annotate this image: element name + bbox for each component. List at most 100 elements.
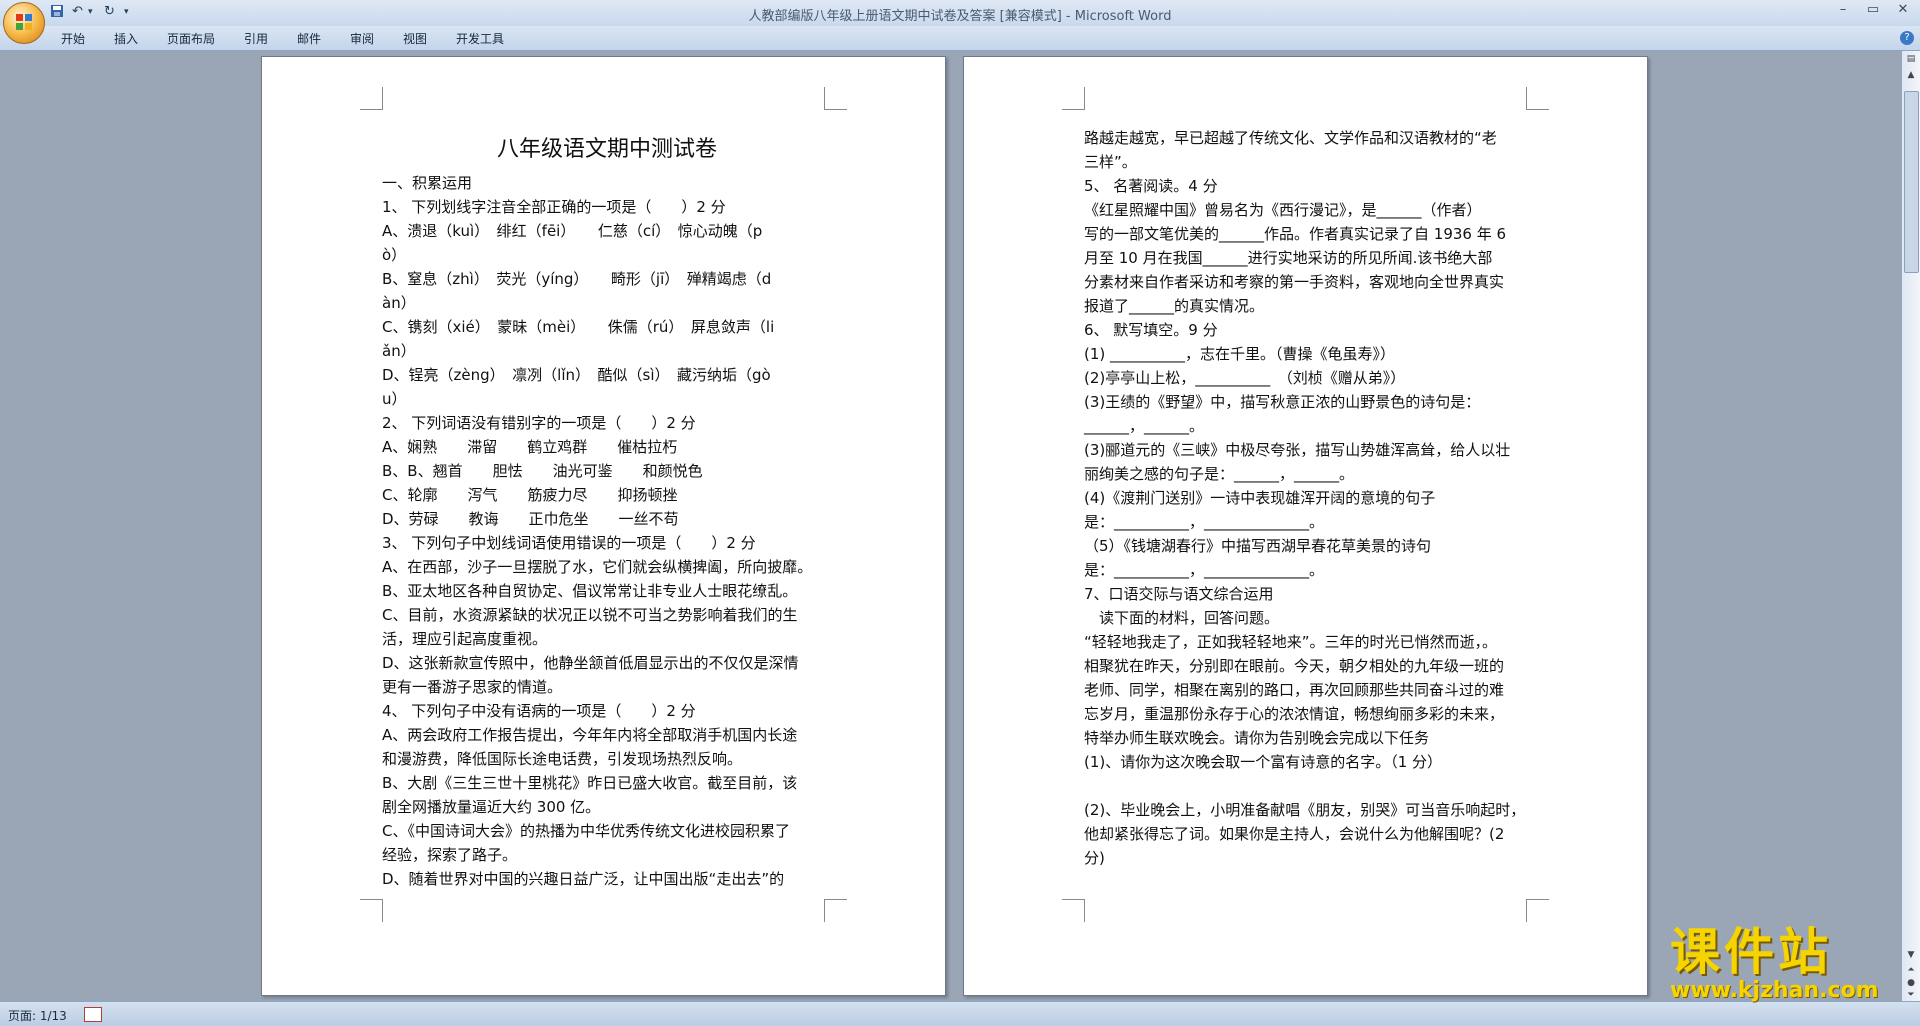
page-2-text-line: 忘岁月，重温那份永存于心的浓浓情谊，畅想绚丽多彩的未来，: [1084, 705, 1505, 723]
tab-home[interactable]: 开始: [61, 30, 85, 47]
crop-mark: [360, 899, 383, 922]
page-2-text-line: “轻轻地我走了，正如我轻轻地来”。三年的时光已悄然而逝，。: [1084, 633, 1498, 651]
page-2-text-line: ______，______。: [1084, 417, 1205, 435]
tab-references[interactable]: 引用: [244, 30, 268, 47]
minimize-button[interactable]: –: [1830, 2, 1856, 20]
page-2-text-line: (3)郦道元的《三峡》中极尽夸张，描写山势雄浑高耸，给人以壮: [1084, 441, 1511, 459]
page-1-text-line: A、溃退（kuì） 绯红（fēi） 仁慈（cí） 惊心动魄（p: [382, 222, 763, 240]
page-1-text-line: D、随着世界对中国的兴趣日益广泛，让中国出版“走出去”的: [382, 870, 785, 888]
page-1-text-line: B、亚太地区各种自贸协定、倡议常常让非专业人士眼花缭乱。: [382, 582, 798, 600]
page-2-text-line: 丽绚美之感的句子是：______，______。: [1084, 465, 1355, 483]
tab-page-layout[interactable]: 页面布局: [167, 30, 215, 47]
page-1-text-line: D、锃亮（zèng） 凛冽（lǐn） 酷似（sì） 藏污纳垢（gò: [382, 366, 771, 384]
page-2-text-line: 《红星照耀中国》曾易名为《西行漫记》，是______（作者）: [1084, 201, 1482, 219]
close-button[interactable]: ✕: [1890, 2, 1916, 20]
page-2-text-line: (2)亭亭山上松，__________ （刘桢《赠从弟》）: [1084, 369, 1406, 387]
page-1-text-line: A、娴熟 滞留 鹤立鸡群 催枯拉朽: [382, 438, 678, 456]
ruler-toggle-icon[interactable]: ▤: [1905, 53, 1917, 65]
page-2-text-line: 6、 默写填空。9 分: [1084, 321, 1218, 339]
page-2-text-line: 分素材来自作者采访和考察的第一手资料，客观地向全世界真实: [1084, 273, 1505, 291]
page-1-text-line: 一、积累运用: [382, 174, 473, 192]
next-page-icon[interactable]: ⏷: [1905, 989, 1917, 1001]
crop-mark: [360, 87, 383, 110]
scroll-thumb[interactable]: [1904, 91, 1919, 273]
document-title: 八年级语文期中测试卷: [496, 137, 717, 162]
crop-mark: [1526, 899, 1549, 922]
scroll-down-icon[interactable]: ▼: [1905, 949, 1917, 961]
document-page-2[interactable]: 路越走越宽，早已超越了传统文化、文学作品和汉语教材的“老 三样”。 5、 名著阅读。…: [963, 56, 1648, 996]
page-1-text-line: D、劳碌 教诲 正巾危坐 一丝不苟: [382, 510, 679, 528]
crop-mark: [1062, 87, 1085, 110]
tab-mailings[interactable]: 邮件: [297, 30, 321, 47]
page-1-text-line: ǎn）: [382, 342, 416, 360]
vertical-scrollbar[interactable]: ▤ ▲ ▼ ⏶ ● ⏷: [1902, 51, 1920, 1001]
tab-developer[interactable]: 开发工具: [456, 30, 504, 47]
page-2-text-line: (2)、毕业晚会上，小明准备献唱《朋友，别哭》可当音乐响起时，: [1084, 801, 1526, 819]
page-1-text-line: 1、 下列划线字注音全部正确的一项是（ ）2 分: [382, 198, 726, 216]
page-2-text-line: 7、口语交际与语文综合运用: [1084, 585, 1274, 603]
page-count[interactable]: 页面: 1/13: [8, 1007, 67, 1024]
restore-button[interactable]: ▭: [1860, 2, 1886, 20]
crop-mark: [824, 87, 847, 110]
crop-mark: [1526, 87, 1549, 110]
document-page-1[interactable]: 八年级语文期中测试卷 一、积累运用 1、 下列划线字注音全部正确的一项是（ ）2 …: [261, 56, 946, 996]
page-2-text-line: 月至 10 月在我国______进行实地采访的所见所闻.该书绝大部: [1084, 249, 1493, 267]
page-1-text-line: u）: [382, 390, 407, 408]
page-1-text-line: A、两会政府工作报告提出，今年年内将全部取消手机国内长途: [382, 726, 798, 744]
page-2-text-line: 是：__________，______________。: [1084, 513, 1325, 531]
page-2-text-line: 老师、同学，相聚在离别的路口，再次回顾那些共同奋斗过的难: [1084, 681, 1505, 699]
page-1-text-line: B、大剧《三生三世十里桃花》昨日已盛大收官。截至目前，该: [382, 774, 798, 792]
scroll-up-icon[interactable]: ▲: [1905, 69, 1917, 81]
page-2-text-line: 5、 名著阅读。4 分: [1084, 177, 1218, 195]
tab-review[interactable]: 审阅: [350, 30, 374, 47]
page-2-text-line: 路越走越宽，早已超越了传统文化、文学作品和汉语教材的“老: [1084, 129, 1497, 147]
page-1-text-line: C、镌刻（xié） 蒙昧（mèi） 侏儒（rú） 屏息敛声（li: [382, 318, 775, 336]
office-logo-icon: [16, 14, 32, 30]
page-1-text: 八年级语文期中测试卷 一、积累运用 1、 下列划线字注音全部正确的一项是（ ）2 …: [382, 129, 832, 891]
page-2-text-line: (3)王绩的《野望》中，描写秋意正浓的山野景色的诗句是：: [1084, 393, 1481, 411]
window-title: 人教部编版八年级上册语文期中试卷及答案 [兼容模式] - Microsoft W…: [748, 9, 1172, 24]
tab-insert[interactable]: 插入: [114, 30, 138, 47]
previous-page-icon[interactable]: ⏶: [1905, 964, 1917, 976]
page-1-text-line: ò）: [382, 246, 407, 264]
page-1-text-line: C、轮廓 泻气 筋疲力尽 抑扬顿挫: [382, 486, 678, 504]
page-1-text-line: àn）: [382, 294, 416, 312]
tab-view[interactable]: 视图: [403, 30, 427, 47]
page-1-text-line: 和漫游费，降低国际长途电话费，引发现场热烈反响。: [382, 750, 743, 768]
crop-mark: [824, 899, 847, 922]
page-2-text-line: （5）《钱塘湖春行》中描写西湖早春花草美景的诗句: [1084, 537, 1432, 555]
page-1-text-line: A、在西部，沙子一旦摆脱了水，它们就会纵横捭阖，所向披靡。: [382, 558, 813, 576]
page-2-text-line: 是：__________，______________。: [1084, 561, 1325, 579]
page-1-text-line: C、目前，水资源紧缺的状况正以锐不可当之势影响着我们的生: [382, 606, 798, 624]
office-button[interactable]: [3, 2, 45, 44]
page-2-text-line: 特举办师生联欢晚会。请你为告别晚会完成以下任务: [1084, 729, 1430, 747]
page-2-text-line: [1084, 774, 1534, 798]
title-bar: ↶ ▾ ↻ ▾ 人教部编版八年级上册语文期中试卷及答案 [兼容模式] - Mic…: [0, 0, 1920, 44]
watermark-text: 课件站: [1670, 923, 1832, 981]
help-icon[interactable]: ?: [1900, 31, 1914, 45]
crop-mark: [1062, 899, 1085, 922]
page-2-text-line: 分): [1084, 849, 1105, 867]
page-1-text-line: 3、 下列句子中划线词语使用错误的一项是（ ）2 分: [382, 534, 756, 552]
watermark-url: www.kjzhan.com: [1670, 978, 1879, 1003]
page-2-text-line: (1) __________，志在千里。（曹操《龟虽寿》）: [1084, 345, 1396, 363]
page-2-text-line: 写的一部文笔优美的______作品。作者真实记录了自 1936 年 6: [1084, 225, 1507, 243]
page-1-text-line: 剧全网播放量逼近大约 300 亿。: [382, 798, 601, 816]
page-1-text-line: 4、 下列句子中没有语病的一项是（ ）2 分: [382, 702, 696, 720]
status-bar: 页面: 1/13: [0, 1001, 1920, 1026]
page-1-text-line: D、这张新款宣传照中，他静坐颔首低眉显示出的不仅仅是深情: [382, 654, 799, 672]
page-2-text-line: (4)《渡荆门送别》一诗中表现雄浑开阔的意境的句子: [1084, 489, 1436, 507]
proofing-icon[interactable]: [84, 1007, 102, 1022]
page-2-text-line: 他却紧张得忘了词。如果你是主持人，会说什么为他解围呢？(2: [1084, 825, 1505, 843]
select-browse-object-icon[interactable]: ●: [1905, 977, 1917, 989]
page-2-text-line: 相聚犹在昨天，分别即在眼前。今天，朝夕相处的九年级一班的: [1084, 657, 1505, 675]
page-1-text-line: B、窒息（zhì） 荧光（yíng） 畸形（jī） 殚精竭虑（d: [382, 270, 772, 288]
page-2-text-line: 读下面的材料，回答问题。: [1084, 609, 1280, 627]
page-1-text-line: C、《中国诗词大会》的热播为中华优秀传统文化进校园积累了: [382, 822, 790, 840]
page-1-text-line: 经验，探索了路子。: [382, 846, 518, 864]
page-1-text-line: 活，理应引起高度重视。: [382, 630, 548, 648]
page-1-text-line: B、B、翘首 胆怯 油光可鉴 和颜悦色: [382, 462, 703, 480]
page-2-text-line: 三样”。: [1084, 153, 1137, 171]
page-1-text-line: 2、 下列词语没有错别字的一项是（ ）2 分: [382, 414, 696, 432]
page-2-text-line: (1)、请你为这次晚会取一个富有诗意的名字。（1 分）: [1084, 753, 1443, 771]
